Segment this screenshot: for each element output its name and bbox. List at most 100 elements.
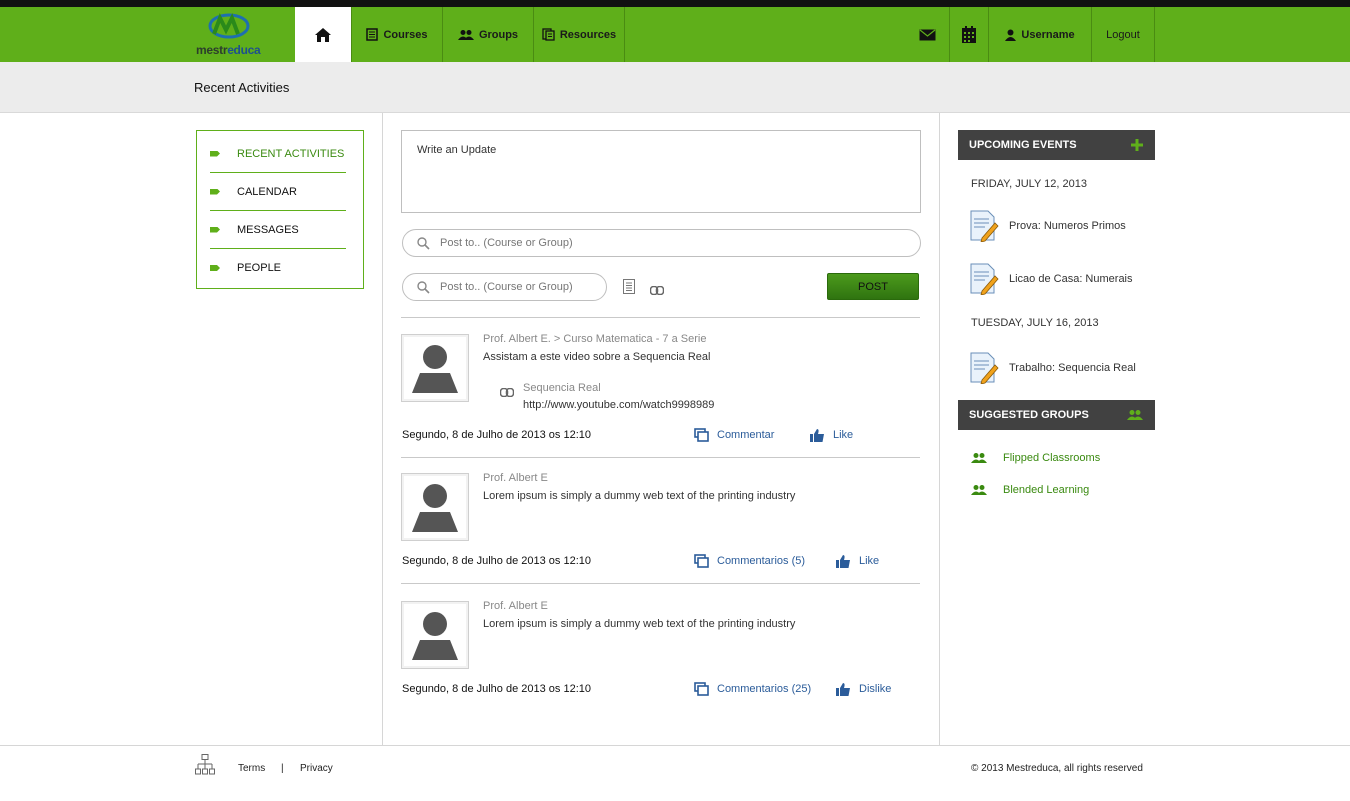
group-name: Blended Learning — [1003, 484, 1090, 496]
post-button[interactable]: POST — [827, 273, 919, 300]
divider — [401, 583, 920, 584]
divider — [401, 457, 920, 458]
suggested-groups-header: SUGGESTED GROUPS — [958, 400, 1155, 430]
post-text: Assistam a este video sobre a Sequencia … — [483, 351, 711, 363]
courses-icon — [366, 28, 379, 41]
sidebar-item-calendar[interactable]: CALENDAR — [210, 173, 346, 211]
sidebar-item-messages[interactable]: MESSAGES — [210, 211, 346, 249]
thumbs-up-icon — [836, 555, 850, 568]
page-title: Recent Activities — [194, 80, 290, 95]
comment-button[interactable]: Commentar — [694, 428, 774, 442]
event-item[interactable]: Licao de Casa: Numerais — [970, 263, 1133, 295]
suggested-groups-title: SUGGESTED GROUPS — [969, 409, 1089, 421]
comment-button[interactable]: Commentarios (5) — [694, 554, 805, 568]
comment-icon — [694, 682, 709, 696]
add-event-icon[interactable] — [1131, 139, 1143, 151]
attach-document-icon[interactable] — [623, 279, 635, 299]
footer-separator: | — [281, 763, 284, 774]
sidebar-item-people[interactable]: PEOPLE — [210, 249, 346, 287]
dislike-button[interactable]: Dislike — [836, 682, 891, 696]
divider-right — [939, 113, 940, 745]
top-strip — [0, 0, 1350, 7]
groups-icon — [971, 485, 987, 495]
sidebar-item-label: MESSAGES — [237, 223, 299, 236]
logo-mark-icon — [208, 13, 250, 39]
user-avatar-icon — [412, 484, 458, 532]
nav-resources[interactable]: Resources — [534, 7, 625, 62]
comment-label: Commentarios (5) — [717, 555, 806, 567]
post-to-placeholder: Post to.. (Course or Group) — [440, 237, 573, 249]
groups-icon — [971, 453, 987, 463]
groups-icon — [1127, 410, 1143, 420]
nav-resources-label: Resources — [559, 28, 617, 41]
link-icon — [499, 384, 515, 402]
like-button[interactable]: Like — [836, 554, 879, 568]
event-title: Prova: Numeros Primos — [1009, 220, 1126, 232]
group-name: Flipped Classrooms — [1003, 452, 1101, 464]
comment-button[interactable]: Commentarios (25) — [694, 682, 811, 696]
avatar[interactable] — [401, 334, 469, 402]
sidebar-item-label: PEOPLE — [237, 262, 282, 274]
search-icon — [417, 236, 430, 250]
update-textarea[interactable]: Write an Update — [401, 130, 921, 213]
resources-icon — [542, 28, 555, 41]
comment-icon — [694, 428, 709, 442]
group-item[interactable]: Flipped Classrooms — [971, 452, 1100, 464]
nav-groups[interactable]: Groups — [443, 7, 534, 62]
like-label: Like — [833, 429, 854, 441]
logo-text: mestreduca — [196, 43, 261, 57]
nav-courses[interactable]: Courses — [351, 7, 443, 62]
thumbs-up-icon — [810, 429, 824, 442]
divider — [401, 317, 920, 318]
post-to-input-secondary[interactable]: Post to.. (Course or Group) — [402, 273, 607, 301]
event-date: TUESDAY, JULY 16, 2013 — [971, 317, 1099, 329]
avatar[interactable] — [401, 473, 469, 541]
terms-link[interactable]: Terms — [238, 763, 265, 774]
event-item[interactable]: Prova: Numeros Primos — [970, 210, 1126, 242]
copyright: © 2013 Mestreduca, all rights reserved — [971, 763, 1143, 774]
sidebar-nav: RECENT ACTIVITIES CALENDAR MESSAGES PEOP… — [196, 130, 364, 289]
logo-text-a: mestr — [196, 43, 228, 57]
user-avatar-icon — [412, 345, 458, 393]
search-icon — [417, 280, 430, 294]
upcoming-events-title: UPCOMING EVENTS — [969, 139, 1077, 151]
event-item[interactable]: Trabalho: Sequencia Real — [970, 352, 1136, 384]
avatar[interactable] — [401, 601, 469, 669]
post-date: Segundo, 8 de Julho de 2013 os 12:10 — [402, 555, 591, 567]
mail-icon[interactable] — [919, 28, 936, 46]
footer-divider — [0, 745, 1350, 746]
nav-home[interactable] — [295, 7, 351, 62]
comment-label: Commentarios (25) — [717, 683, 812, 695]
nav-groups-label: Groups — [478, 28, 519, 41]
divider-left — [382, 113, 383, 745]
event-title: Trabalho: Sequencia Real — [1009, 362, 1136, 374]
post-author[interactable]: Prof. Albert E — [483, 600, 548, 612]
post-to-input[interactable]: Post to.. (Course or Group) — [402, 229, 921, 257]
post-author[interactable]: Prof. Albert E — [483, 472, 548, 484]
like-label: Dislike — [859, 683, 892, 695]
like-button[interactable]: Like — [810, 428, 853, 442]
attach-link-icon[interactable] — [649, 282, 665, 300]
post-author[interactable]: Prof. Albert E. > Curso Matematica - 7 a… — [483, 333, 706, 345]
assignment-icon — [970, 352, 999, 384]
nav-courses-label: Courses — [383, 28, 428, 41]
calendar-icon[interactable] — [949, 7, 989, 62]
sitemap-icon[interactable] — [195, 754, 215, 781]
logout-button[interactable]: Logout — [1092, 7, 1155, 62]
comment-label: Commentar — [717, 429, 775, 441]
link-title[interactable]: Sequencia Real — [523, 382, 601, 394]
comment-icon — [694, 554, 709, 568]
sidebar-item-label: RECENT ACTIVITIES — [237, 147, 345, 160]
nav-username[interactable]: Username — [989, 7, 1092, 62]
logo-text-b: educa — [227, 43, 261, 57]
arrow-bullet-icon — [210, 150, 220, 157]
sidebar-item-label: CALENDAR — [237, 185, 297, 198]
group-item[interactable]: Blended Learning — [971, 484, 1089, 496]
assignment-icon — [970, 210, 999, 242]
logout-label: Logout — [1106, 28, 1140, 41]
sidebar-item-recent-activities[interactable]: RECENT ACTIVITIES — [210, 135, 346, 173]
link-url[interactable]: http://www.youtube.com/watch9998989 — [523, 399, 714, 411]
like-label: Like — [859, 555, 880, 567]
privacy-link[interactable]: Privacy — [300, 763, 333, 774]
post-date: Segundo, 8 de Julho de 2013 os 12:10 — [402, 683, 591, 695]
